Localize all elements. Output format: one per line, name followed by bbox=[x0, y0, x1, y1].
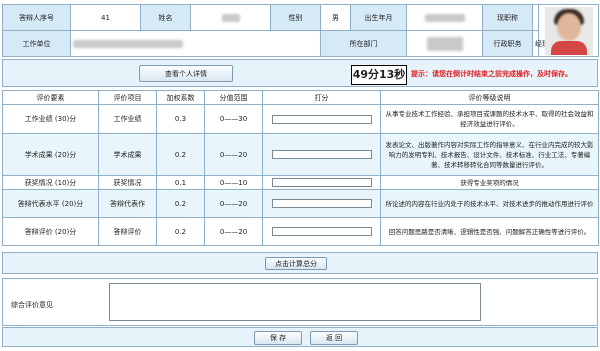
comment-label: 综合评价意见 bbox=[11, 301, 53, 309]
column-header: 分值范围 bbox=[204, 90, 263, 105]
admin-label: 行政职务 bbox=[482, 30, 533, 57]
table-row: 学术成果 (20)分 学术成果 0.2 0——20 发表论文、出版著作内容对实际… bbox=[2, 133, 599, 176]
factor-cell: 获奖情况 (10)分 bbox=[2, 175, 99, 190]
respondent-no-label: 答辩人序号 bbox=[2, 4, 71, 31]
birth-value bbox=[406, 4, 483, 31]
weight-cell: 0.2 bbox=[156, 189, 205, 218]
comment-textarea[interactable] bbox=[109, 283, 481, 321]
weight-cell: 0.1 bbox=[156, 175, 205, 190]
score-input[interactable] bbox=[271, 150, 372, 159]
table-row: 答辩评价 (20)分 答辩评价 0.2 0——20 回答问题思路是否清晰、逻辑性… bbox=[2, 217, 599, 246]
range-cell: 0——20 bbox=[204, 217, 263, 246]
item-cell: 学术成果 bbox=[98, 133, 157, 176]
avatar-photo bbox=[544, 6, 593, 55]
item-cell: 答辩代表作 bbox=[98, 189, 157, 218]
description-cell: 回答问题思路是否清晰、逻辑性是否强、问题解答正确性等进行评价。 bbox=[380, 217, 599, 246]
item-cell: 工作业绩 bbox=[98, 104, 157, 134]
weight-cell: 0.3 bbox=[156, 104, 205, 134]
admin-value: 经理 bbox=[532, 30, 549, 57]
birth-label: 出生年月 bbox=[350, 4, 407, 31]
range-cell: 0——30 bbox=[204, 104, 263, 134]
total-score-row: 点击计算总分 bbox=[2, 252, 598, 274]
description-text: 所论述的内容在行业内处于的技术水平、对技术进步的推动作用进行评价 bbox=[385, 199, 594, 208]
table-row: 答辩代表水平 (20)分 答辩代表作 0.2 0——20 所论述的内容在行业内处… bbox=[2, 189, 599, 218]
description-cell: 所论述的内容在行业内处于的技术水平、对技术进步的推动作用进行评价 bbox=[380, 189, 599, 218]
description-text: 发表论文、出版著作内容对实际工作的指导意义、在行业内完成的较大影响力的发明专利、… bbox=[385, 140, 594, 169]
table-header-row: 评价要素 评价项目 加权系数 分值范围 打分 评价等级说明 bbox=[2, 90, 599, 105]
respondent-no-value: 41 bbox=[70, 4, 141, 31]
calculate-total-button[interactable]: 点击计算总分 bbox=[265, 257, 327, 270]
save-button[interactable]: 保 存 bbox=[254, 331, 302, 345]
column-header: 评价等级说明 bbox=[380, 90, 599, 105]
factor-cell: 学术成果 (20)分 bbox=[2, 133, 99, 176]
tip-text: 提示：请您在倒计时结束之前完成操作，及时保存。 bbox=[411, 70, 572, 78]
unit-value bbox=[70, 30, 321, 57]
score-cell bbox=[262, 217, 381, 246]
table-row: 工作业绩 (30)分 工作业绩 0.3 0——30 从事专业技术工作经验、承担项… bbox=[2, 104, 599, 134]
column-header: 评价项目 bbox=[98, 90, 157, 105]
column-header: 评价要素 bbox=[2, 90, 99, 105]
factor-cell: 答辩评价 (20)分 bbox=[2, 217, 99, 246]
factor-cell: 答辩代表水平 (20)分 bbox=[2, 189, 99, 218]
gender-label: 性别 bbox=[270, 4, 321, 31]
score-cell bbox=[262, 133, 381, 176]
description-text: 从事专业技术工作经验、承担项目或课题的技术水平、取得的社会效益和经济效益进行评价… bbox=[385, 110, 594, 128]
evaluation-table: 评价要素 评价项目 加权系数 分值范围 打分 评价等级说明 工作业绩 (30)分… bbox=[2, 90, 599, 246]
weight-cell: 0.2 bbox=[156, 133, 205, 176]
description-text: 回答问题思路是否清晰、逻辑性是否强、问题解答正确性等进行评价。 bbox=[388, 227, 591, 236]
score-input[interactable] bbox=[271, 178, 372, 187]
range-cell: 0——20 bbox=[204, 189, 263, 218]
dept-label: 所在部门 bbox=[320, 30, 407, 57]
score-input[interactable] bbox=[271, 114, 372, 124]
description-cell: 发表论文、出版著作内容对实际工作的指导意义、在行业内完成的较大影响力的发明专利、… bbox=[380, 133, 599, 176]
gender-value: 男 bbox=[320, 4, 351, 31]
action-bar: 保 存 返 回 bbox=[2, 327, 598, 347]
score-cell bbox=[262, 104, 381, 134]
score-input[interactable] bbox=[271, 199, 372, 208]
comment-section: 综合评价意见 bbox=[2, 278, 598, 326]
item-cell: 答辩评价 bbox=[98, 217, 157, 246]
unit-label: 工作单位 bbox=[2, 30, 71, 57]
description-cell: 从事专业技术工作经验、承担项目或课题的技术水平、取得的社会效益和经济效益进行评价… bbox=[380, 104, 599, 134]
description-cell: 获得专业奖项的情况 bbox=[380, 175, 599, 190]
range-cell: 0——10 bbox=[204, 175, 263, 190]
title-label: 现职称 bbox=[482, 4, 533, 31]
table-row: 获奖情况 (10)分 获奖情况 0.1 0——10 获得专业奖项的情况 bbox=[2, 175, 599, 190]
score-cell bbox=[262, 189, 381, 218]
column-header: 打分 bbox=[262, 90, 381, 105]
toolbar: 查看个人详情 49分13秒 提示：请您在倒计时结束之前完成操作，及时保存。 bbox=[2, 59, 598, 87]
personal-info-table: 答辩人序号 41 姓名 性别 男 出生年月 现职称 工作单位 所在部门 行政职务… bbox=[2, 4, 599, 57]
score-input[interactable] bbox=[271, 227, 372, 236]
view-details-button[interactable]: 查看个人详情 bbox=[139, 65, 233, 82]
name-value bbox=[190, 4, 271, 31]
factor-cell: 工作业绩 (30)分 bbox=[2, 104, 99, 134]
range-cell: 0——20 bbox=[204, 133, 263, 176]
description-text: 获得专业奖项的情况 bbox=[460, 178, 519, 187]
item-cell: 获奖情况 bbox=[98, 175, 157, 190]
avatar bbox=[538, 4, 599, 57]
dept-value bbox=[406, 30, 483, 57]
score-cell bbox=[262, 175, 381, 190]
countdown-timer: 49分13秒 bbox=[351, 65, 407, 85]
name-label: 姓名 bbox=[140, 4, 191, 31]
column-header: 加权系数 bbox=[156, 90, 205, 105]
back-button[interactable]: 返 回 bbox=[310, 331, 358, 345]
weight-cell: 0.2 bbox=[156, 217, 205, 246]
